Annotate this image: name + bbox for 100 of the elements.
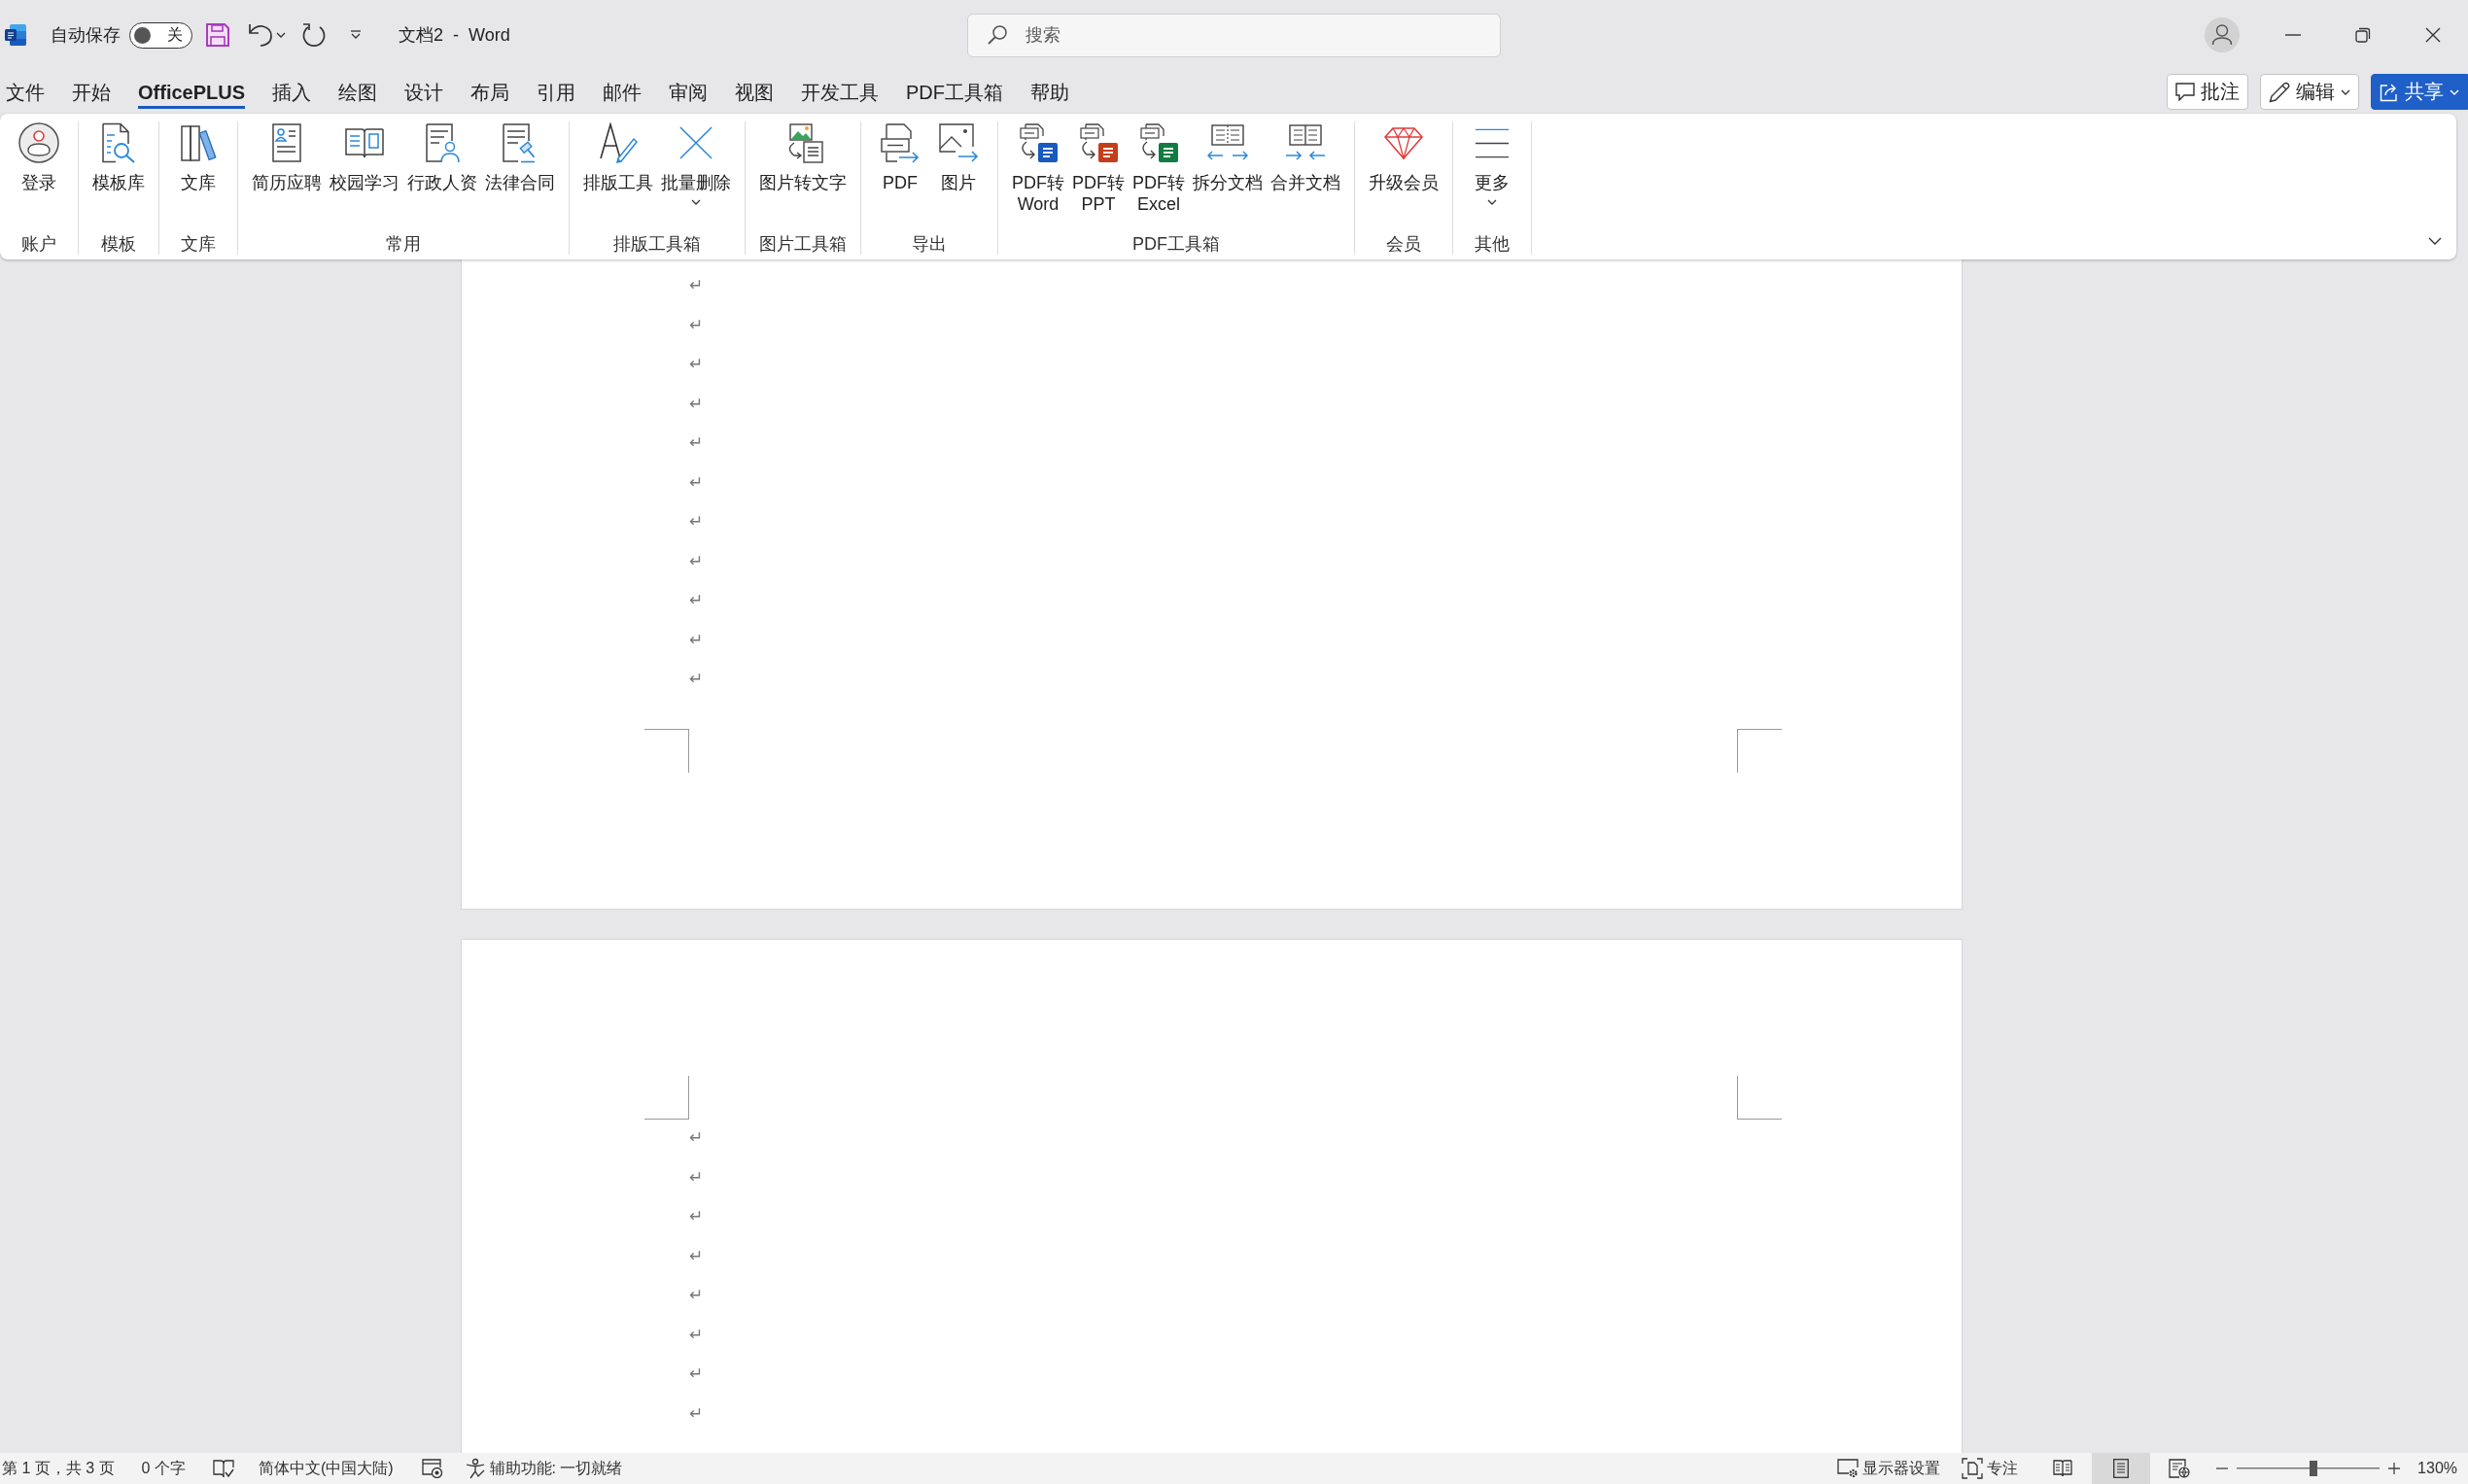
zoom-in-icon[interactable] xyxy=(2388,1463,2401,1474)
paragraph-mark: ↵ xyxy=(689,1285,704,1304)
group-label: 模板 xyxy=(101,233,136,255)
ribbon-button[interactable]: 排版工具 xyxy=(579,121,657,193)
ribbon-button[interactable]: 登录 xyxy=(10,121,68,193)
menu-tab[interactable]: 开始 xyxy=(72,75,111,109)
document-convert-icon xyxy=(1138,122,1179,163)
paragraph-mark: ↵ xyxy=(689,471,704,492)
paragraph-mark: ↵ xyxy=(689,1127,704,1147)
display-settings-button[interactable]: 显示器设置 xyxy=(1837,1458,1941,1479)
page-globe-icon xyxy=(2169,1459,2191,1478)
search-field[interactable]: 搜索 xyxy=(967,13,1501,57)
ribbon-button[interactable]: PDF转 Word xyxy=(1008,121,1068,215)
caret-icon[interactable] xyxy=(276,32,286,38)
ribbon-button[interactable]: 更多 xyxy=(1463,121,1521,205)
autosave-toggle[interactable]: 关 xyxy=(129,21,192,49)
paragraph-mark: ↵ xyxy=(689,669,704,688)
ribbon-button[interactable]: 图片 xyxy=(929,121,988,193)
focus-button[interactable]: 专注 xyxy=(1962,1458,2019,1479)
ribbon-button[interactable]: 法律合同 xyxy=(481,121,559,193)
margin-corner-mark xyxy=(1737,729,1782,773)
undo-icon[interactable] xyxy=(247,22,273,48)
page-count[interactable]: 第 1 页，共 3 页 xyxy=(2,1458,115,1479)
open-book-icon xyxy=(345,127,384,158)
editing-button[interactable]: 编辑 xyxy=(2260,74,2359,110)
menu-tab[interactable]: OfficePLUS xyxy=(138,75,246,109)
paragraph-mark: ↵ xyxy=(689,354,704,373)
print-layout-button[interactable] xyxy=(2092,1453,2151,1484)
ribbon-button[interactable]: PDF转 Excel xyxy=(1129,121,1189,215)
document-convert-icon xyxy=(1078,122,1119,163)
menu-tab[interactable]: 开发工具 xyxy=(801,75,880,109)
ribbon-button[interactable]: PDF转 PPT xyxy=(1068,121,1129,215)
group-label: 文库 xyxy=(181,233,216,255)
autosave-label: 自动保存 xyxy=(51,24,121,47)
group-label: PDF工具箱 xyxy=(1132,233,1220,255)
paragraph-mark: ↵ xyxy=(689,1245,704,1265)
ribbon-button[interactable]: 图片转文字 xyxy=(755,121,851,193)
menu-tab[interactable]: 设计 xyxy=(404,75,444,109)
ribbon-button[interactable]: 模板库 xyxy=(88,121,149,193)
ribbon-button[interactable]: 合并文档 xyxy=(1267,121,1344,193)
document-gavel-icon xyxy=(503,122,538,163)
menu-tab[interactable]: 引用 xyxy=(537,75,576,109)
monitor-gear-icon xyxy=(1837,1459,1860,1478)
paragraph-mark: ↵ xyxy=(689,550,704,570)
group-label: 导出 xyxy=(912,233,947,255)
paragraph-mark: ↵ xyxy=(689,1363,704,1383)
accessibility-button[interactable]: 辅助功能: 一切就绪 xyxy=(464,1458,623,1479)
menu-tab[interactable]: 插入 xyxy=(272,75,312,109)
ribbon-button[interactable]: 升级会员 xyxy=(1365,121,1443,193)
menu-tab[interactable]: 视图 xyxy=(735,75,775,109)
document-arrow-icon xyxy=(881,122,920,163)
menu-tab[interactable]: 绘图 xyxy=(338,75,378,109)
caret-icon xyxy=(2450,88,2459,95)
menu-tab[interactable]: 审阅 xyxy=(669,75,709,109)
ribbon-button[interactable]: 文库 xyxy=(169,121,227,193)
paragraph-mark: ↵ xyxy=(689,1206,704,1225)
ribbon-button[interactable]: 批量删除 xyxy=(657,121,735,205)
book-check-icon[interactable] xyxy=(212,1459,234,1478)
menu-icon xyxy=(1475,127,1510,158)
paragraph-mark: ↵ xyxy=(689,629,704,649)
collapse-ribbon-icon[interactable] xyxy=(2428,237,2442,245)
zoom-slider-thumb[interactable] xyxy=(2310,1461,2318,1476)
menu-tab[interactable]: 帮助 xyxy=(1030,75,1070,109)
page-icon xyxy=(2113,1459,2130,1478)
share-button[interactable]: 共享 xyxy=(2371,74,2468,110)
window-title: 文档2 - Word xyxy=(399,24,510,47)
paragraph-mark: ↵ xyxy=(689,1402,704,1423)
menu-tab[interactable]: 邮件 xyxy=(603,75,643,109)
group-label: 排版工具箱 xyxy=(613,233,701,255)
accessibility-icon xyxy=(464,1458,486,1479)
save-icon[interactable] xyxy=(206,23,229,47)
ribbon-button[interactable]: 行政人资 xyxy=(403,121,481,193)
paragraph-mark: ↵ xyxy=(689,590,704,609)
ribbon-button[interactable]: 简历应聘 xyxy=(248,121,326,193)
comments-button[interactable]: 批注 xyxy=(2167,74,2248,110)
document-record-icon[interactable] xyxy=(421,1459,443,1478)
ribbon-button[interactable]: PDF xyxy=(871,121,929,193)
split-arrows-icon xyxy=(1207,124,1248,161)
margin-corner-mark xyxy=(1737,1076,1782,1120)
redo-icon[interactable] xyxy=(301,22,327,48)
paragraph-mark: ↵ xyxy=(689,432,704,452)
menu-tab[interactable]: 文件 xyxy=(6,75,45,109)
word-count[interactable]: 0 个字 xyxy=(141,1458,186,1479)
app-icon[interactable] xyxy=(4,23,27,47)
dropdown-icon[interactable] xyxy=(350,30,362,40)
caret-icon xyxy=(2341,88,2350,95)
document-search-icon xyxy=(102,122,135,163)
ribbon-button[interactable]: 校园学习 xyxy=(326,121,403,193)
ribbon-button[interactable]: 拆分文档 xyxy=(1189,121,1267,193)
share-icon xyxy=(2380,82,2399,102)
document-person-icon xyxy=(425,122,460,163)
language-status[interactable]: 简体中文(中国大陆) xyxy=(258,1458,394,1479)
paragraph-mark: ↵ xyxy=(689,314,704,334)
menu-tab[interactable]: PDF工具箱 xyxy=(906,75,1004,109)
toggle-knob xyxy=(134,26,151,44)
menu-tab[interactable]: 布局 xyxy=(470,75,510,109)
zoom-level[interactable]: 130% xyxy=(2417,1460,2457,1477)
pencil-icon xyxy=(2269,81,2290,103)
user-icon xyxy=(18,122,59,163)
avatar-icon[interactable] xyxy=(2205,17,2240,52)
